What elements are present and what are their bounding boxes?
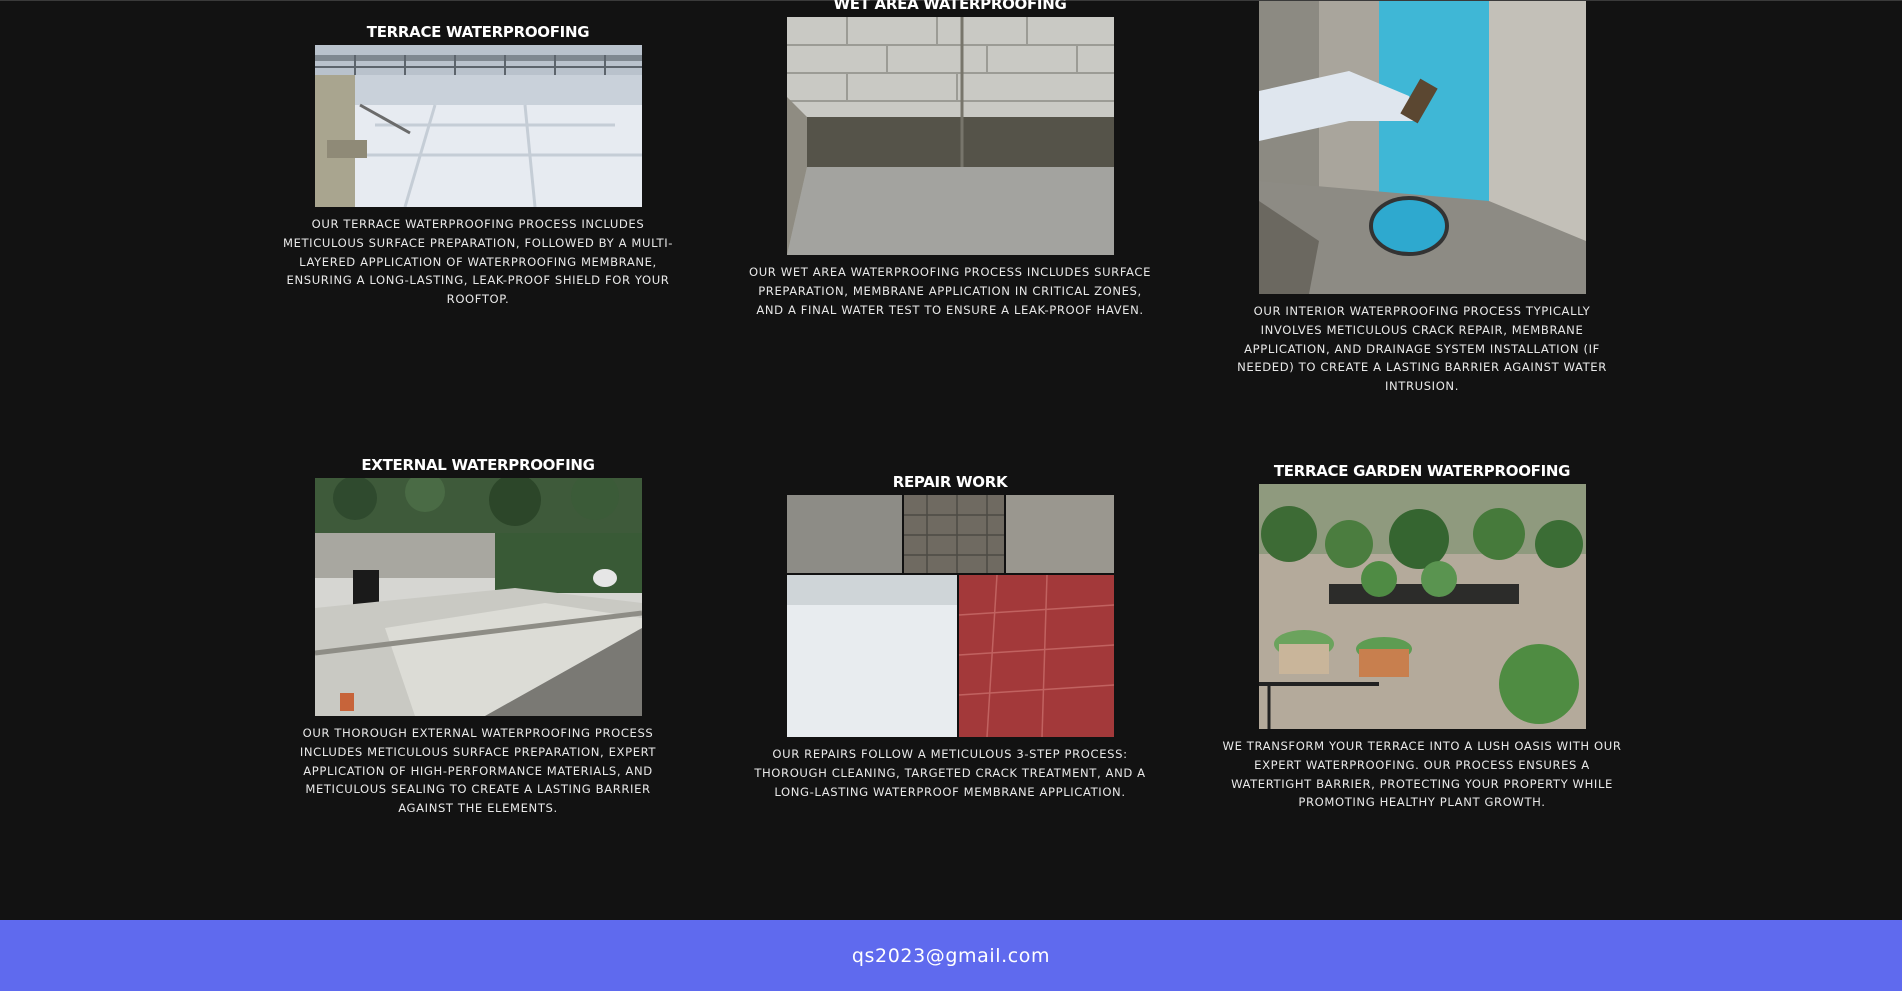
- service-card-wet-area: WET AREA WATERPROOFING OUR WET AREA WATE…: [740, 0, 1160, 319]
- service-card-terrace-garden: TERRACE GARDEN WATERPROOFING WE TRANSFOR…: [1212, 461, 1632, 812]
- service-card-interior: OUR INTERIOR WATERPROOFING PROCESS TYPIC…: [1212, 0, 1632, 396]
- repair-work-image: [786, 495, 1114, 737]
- service-description: OUR TERRACE WATERPROOFING PROCESS INCLUD…: [282, 217, 674, 307]
- service-description: OUR THOROUGH EXTERNAL WATERPROOFING PROC…: [299, 726, 657, 816]
- footer-email-link[interactable]: qs2023@gmail.com: [852, 945, 1050, 967]
- terrace-garden-waterproofing-image: [1258, 484, 1586, 729]
- service-description: OUR REPAIRS FOLLOW A METICULOUS 3-STEP P…: [754, 747, 1146, 799]
- terrace-waterproofing-image: [314, 45, 642, 207]
- service-title: TERRACE GARDEN WATERPROOFING: [1273, 462, 1571, 480]
- service-card-terrace: TERRACE WATERPROOFING OUR TERRACE WATERP…: [268, 22, 688, 309]
- service-description: OUR WET AREA WATERPROOFING PROCESS INCLU…: [749, 265, 1151, 317]
- service-title: WET AREA WATERPROOFING: [833, 0, 1067, 13]
- service-title: EXTERNAL WATERPROOFING: [361, 456, 595, 474]
- service-title: TERRACE WATERPROOFING: [366, 23, 590, 41]
- service-card-external: EXTERNAL WATERPROOFING OUR THOROUGH EXTE…: [268, 455, 688, 818]
- service-description: OUR INTERIOR WATERPROOFING PROCESS TYPIC…: [1237, 304, 1607, 394]
- service-card-repair: REPAIR WORK OUR REPAIRS FOLLOW A METICUL…: [740, 472, 1160, 801]
- external-waterproofing-image: [314, 478, 642, 716]
- wet-area-waterproofing-image: [786, 17, 1114, 255]
- service-title: REPAIR WORK: [892, 473, 1008, 491]
- interior-waterproofing-image: [1258, 1, 1586, 294]
- services-page: TERRACE WATERPROOFING OUR TERRACE WATERP…: [0, 0, 1902, 991]
- service-description: WE TRANSFORM YOUR TERRACE INTO A LUSH OA…: [1222, 739, 1622, 810]
- footer: qs2023@gmail.com: [0, 920, 1902, 991]
